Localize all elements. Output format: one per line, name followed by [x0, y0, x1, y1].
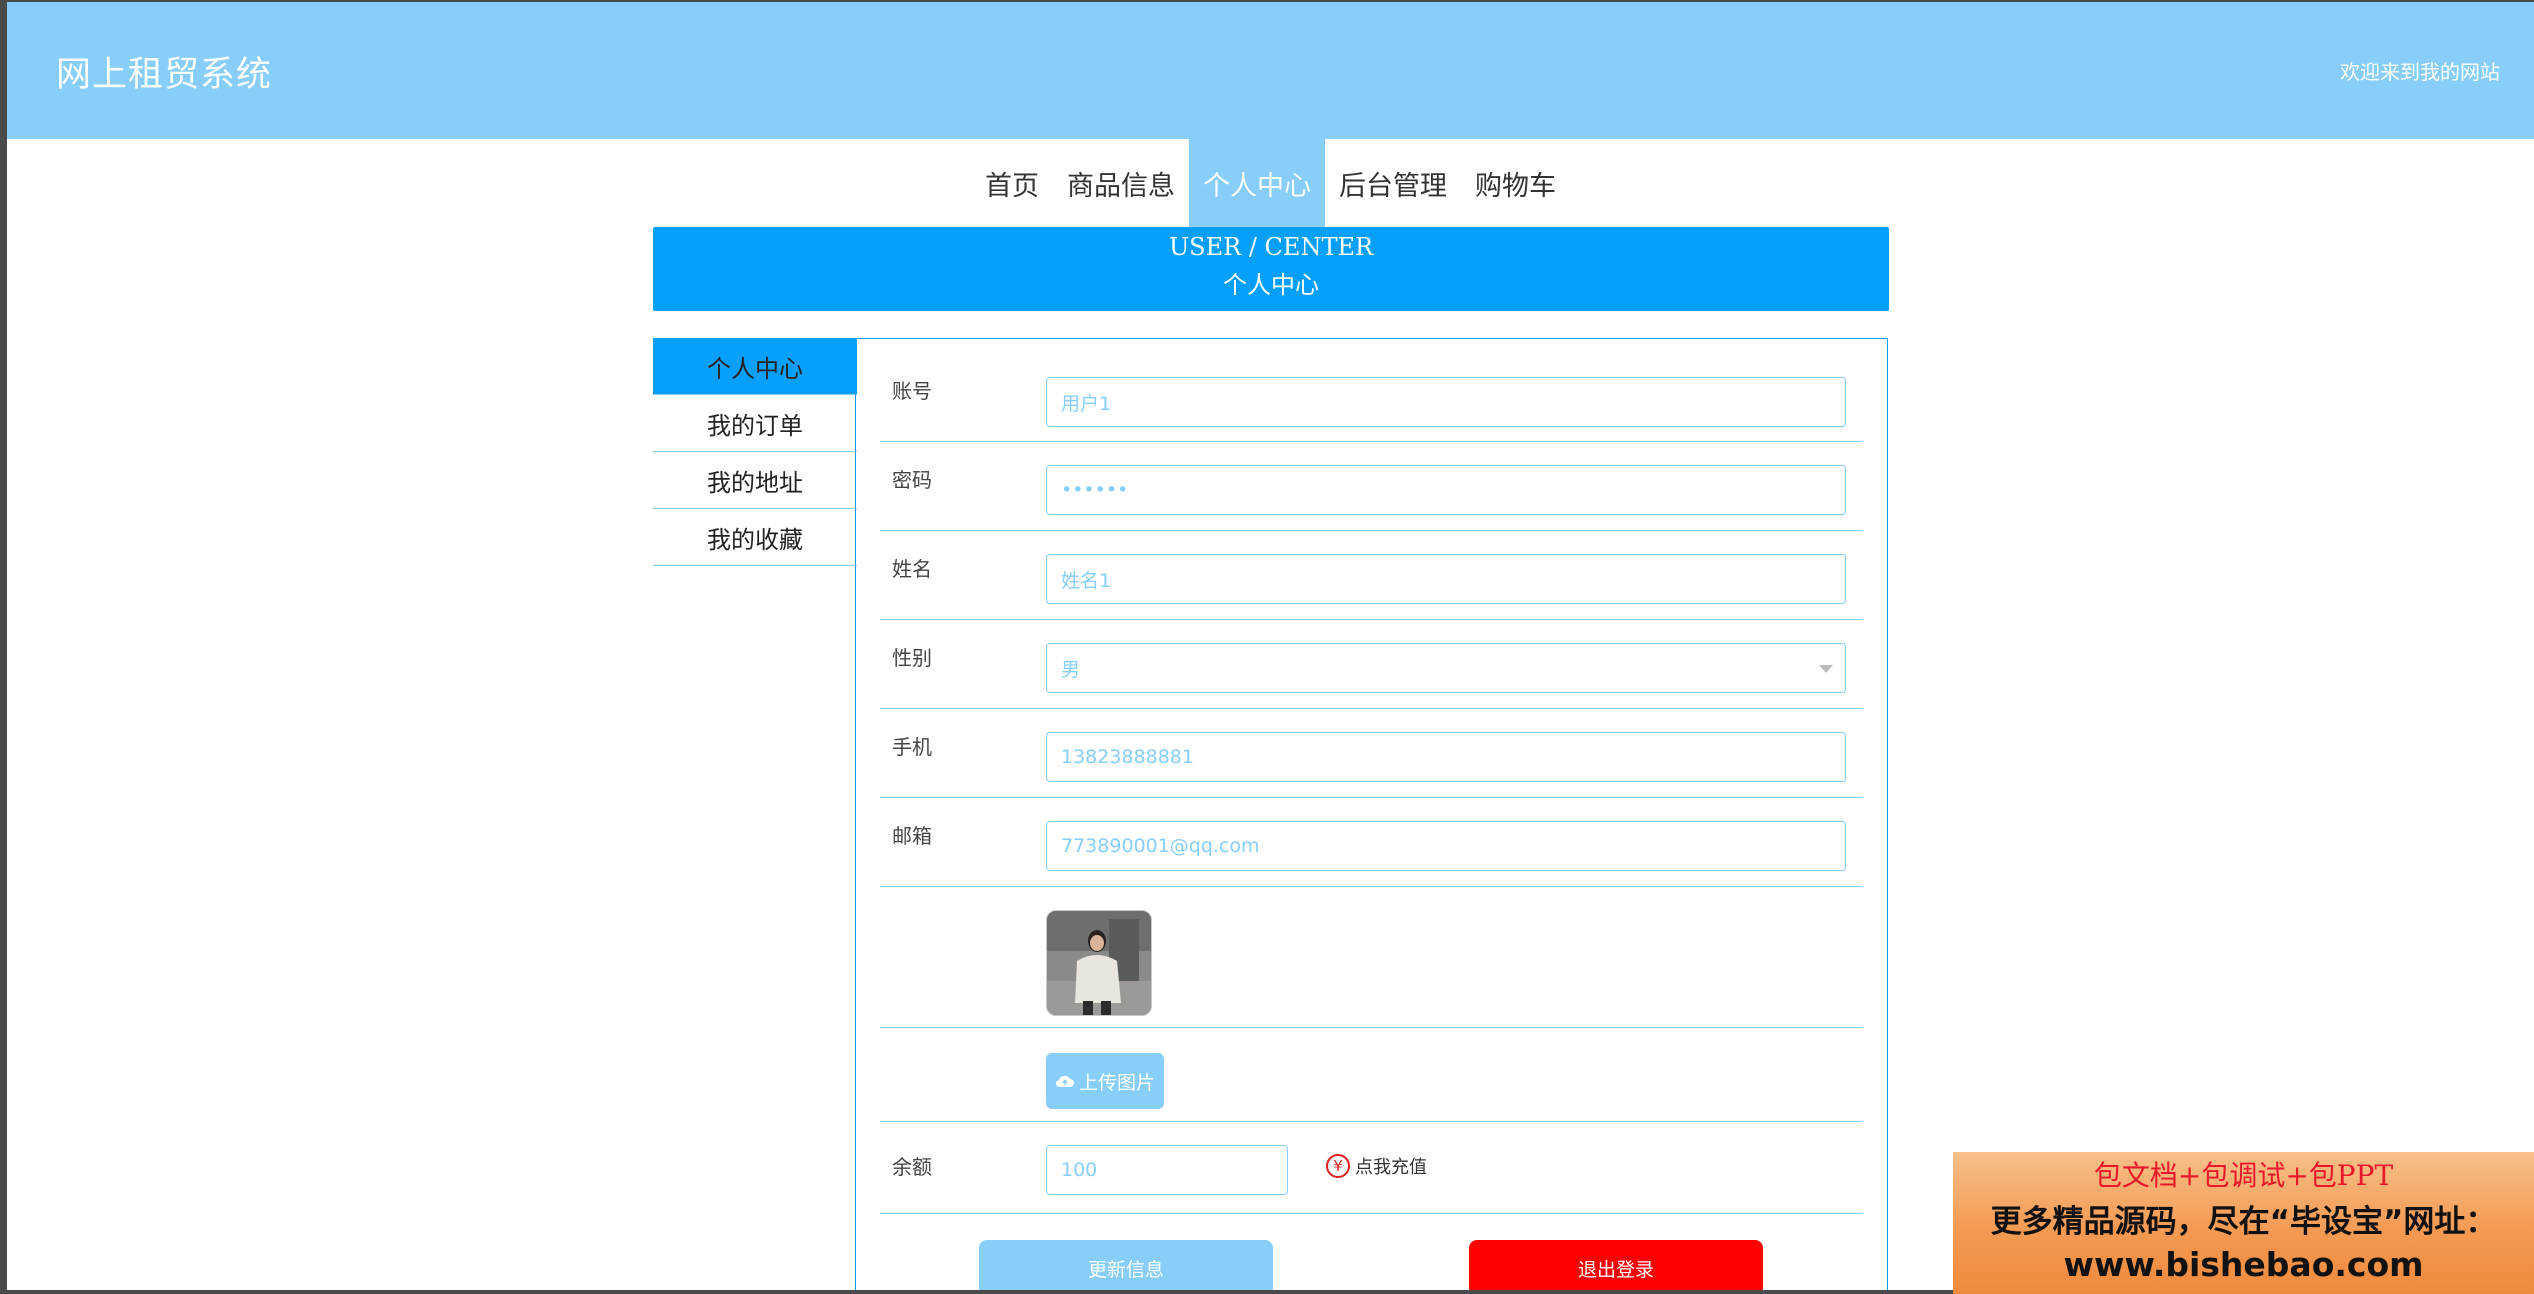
sidebar-item-orders[interactable]: 我的订单	[653, 395, 857, 452]
banner-title-cn: 个人中心	[1223, 271, 1319, 299]
form-row-phone: 手机 13823888881	[880, 708, 1863, 798]
sidebar-item-user-center[interactable]: 个人中心	[653, 338, 857, 395]
gender-label: 性别	[892, 646, 932, 670]
promo-line-2: 更多精品源码，尽在“毕设宝”网址：	[1990, 1204, 2497, 1240]
avatar-photo	[1047, 911, 1151, 1015]
recharge-link[interactable]: ¥ 点我充值	[1326, 1153, 1427, 1179]
email-field[interactable]: 773890001@qq.com	[1046, 821, 1846, 871]
yen-icon: ¥	[1326, 1154, 1350, 1178]
update-info-button[interactable]: 更新信息	[979, 1240, 1273, 1290]
upload-image-label: 上传图片	[1078, 1071, 1155, 1094]
password-field[interactable]: ••••••	[1046, 465, 1846, 515]
chevron-down-icon	[1819, 665, 1833, 673]
account-field[interactable]: 用户1	[1046, 377, 1846, 427]
welcome-text: 欢迎来到我的网站	[2340, 60, 2500, 84]
account-label: 账号	[892, 379, 932, 403]
form-row-gender: 性别 男	[880, 619, 1863, 709]
nav-item-products[interactable]: 商品信息	[1053, 139, 1189, 227]
browser-viewport: 网上租贸系统 欢迎来到我的网站 首页 商品信息 个人中心 后台管理 购物车 US…	[7, 2, 2534, 1290]
promo-line-1: 包文档+包调试+包PPT	[2093, 1159, 2394, 1192]
form-row-password: 密码 ••••••	[880, 441, 1863, 531]
sidebar-item-favorites[interactable]: 我的收藏	[653, 509, 857, 566]
balance-label: 余额	[892, 1155, 932, 1179]
nav-item-user-center[interactable]: 个人中心	[1189, 139, 1325, 227]
site-header: 网上租贸系统 欢迎来到我的网站	[7, 2, 2534, 139]
promo-banner[interactable]: 包文档+包调试+包PPT 更多精品源码，尽在“毕设宝”网址： www.bishe…	[1953, 1152, 2534, 1294]
email-label: 邮箱	[892, 824, 932, 848]
phone-field[interactable]: 13823888881	[1046, 732, 1846, 782]
name-label: 姓名	[892, 557, 932, 581]
upload-image-button[interactable]: 上传图片	[1046, 1053, 1164, 1109]
nav-item-admin[interactable]: 后台管理	[1325, 139, 1461, 227]
recharge-label: 点我充值	[1355, 1157, 1427, 1178]
logout-button[interactable]: 退出登录	[1469, 1240, 1763, 1290]
cloud-upload-icon	[1055, 1075, 1074, 1088]
gender-selected-value: 男	[1061, 658, 1081, 681]
sidebar-item-address[interactable]: 我的地址	[653, 452, 857, 509]
avatar	[1046, 910, 1152, 1016]
form-row-upload: 上传图片	[880, 1027, 1863, 1122]
banner-title-en: USER / CENTER	[1168, 233, 1374, 261]
phone-label: 手机	[892, 735, 932, 759]
gender-select[interactable]: 男	[1046, 643, 1846, 693]
form-row-balance: 余额 100 ¥ 点我充值	[880, 1121, 1863, 1214]
form-row-name: 姓名 姓名1	[880, 530, 1863, 620]
user-sidebar: 个人中心 我的订单 我的地址 我的收藏	[653, 338, 857, 566]
nav-item-cart[interactable]: 购物车	[1461, 139, 1570, 227]
nav-item-home[interactable]: 首页	[971, 139, 1053, 227]
page-banner: USER / CENTER 个人中心	[653, 227, 1889, 311]
promo-url: www.bishebao.com	[2063, 1245, 2424, 1284]
site-title[interactable]: 网上租贸系统	[56, 46, 272, 97]
password-label: 密码	[892, 468, 932, 492]
form-row-email: 邮箱 773890001@qq.com	[880, 797, 1863, 887]
main-nav: 首页 商品信息 个人中心 后台管理 购物车	[7, 139, 2534, 227]
form-row-avatar	[880, 886, 1863, 1028]
form-row-account: 账号 用户1	[880, 339, 1863, 442]
profile-form: 账号 用户1 密码 •••••• 姓名 姓名1 性别 男 手机 13823888…	[855, 338, 1888, 1290]
balance-field[interactable]: 100	[1046, 1145, 1288, 1195]
name-field[interactable]: 姓名1	[1046, 554, 1846, 604]
